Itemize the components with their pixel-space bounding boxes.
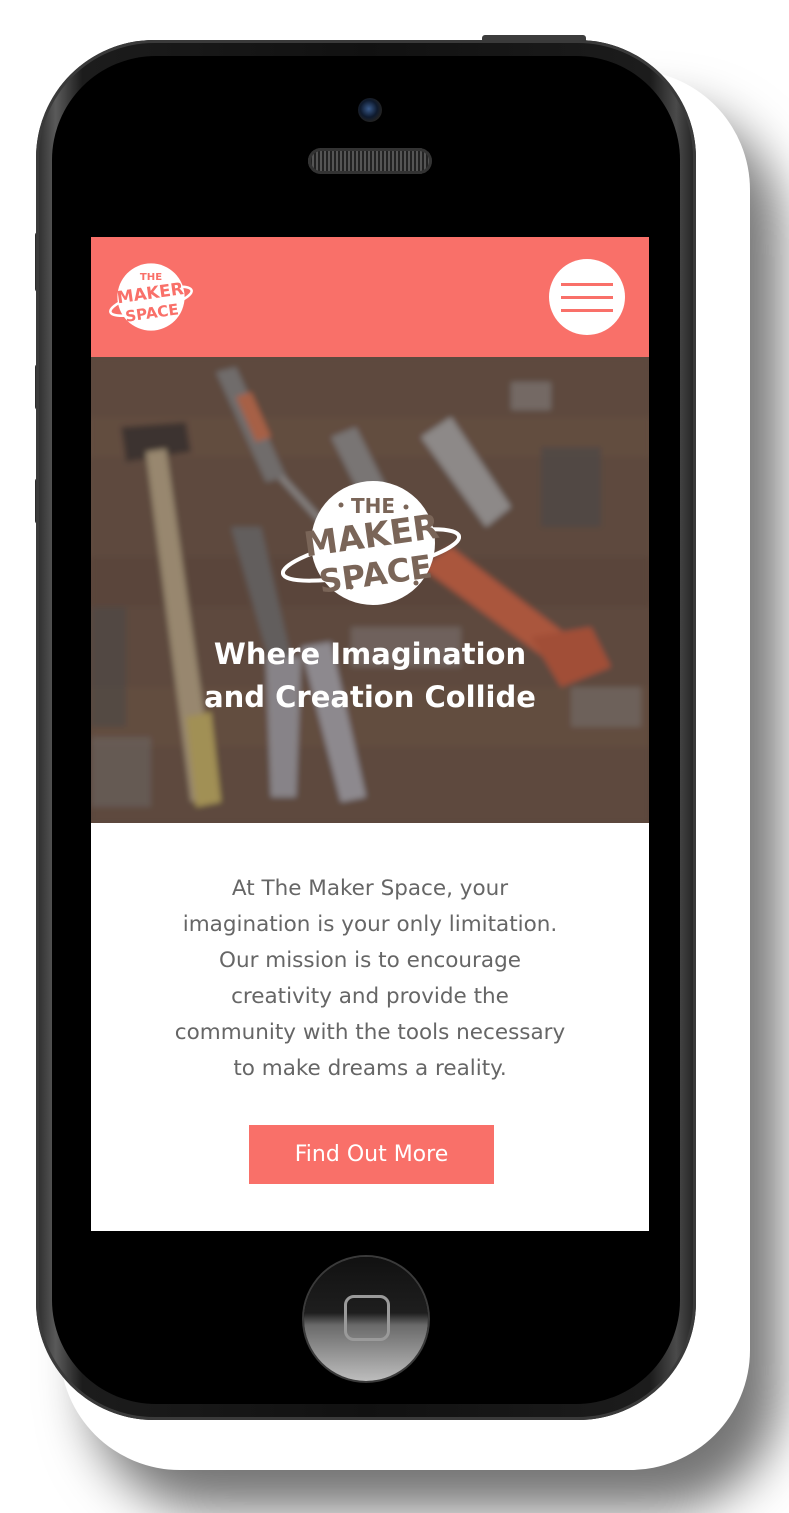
front-camera [358, 98, 382, 122]
find-out-more-button[interactable]: Find Out More [249, 1125, 494, 1184]
mission-line: Our mission is to encourage [219, 948, 521, 973]
mission-line: to make dreams a reality. [233, 1056, 507, 1081]
hamburger-icon [561, 283, 613, 286]
maker-space-logo-small[interactable]: THE MAKER SPACE [109, 255, 193, 339]
hero-section: THE MAKER SPACE Where Imagination and Cr… [91, 357, 649, 823]
hamburger-icon-line [561, 296, 613, 299]
menu-button[interactable] [549, 259, 625, 335]
hero-title: Where Imagination and Creation Collide [91, 633, 649, 719]
home-button[interactable] [304, 1257, 428, 1381]
navbar: THE MAKER SPACE [91, 237, 649, 357]
hero-title-line-2: and Creation Collide [204, 680, 536, 714]
mission-line: At The Maker Space, your [231, 876, 509, 901]
maker-space-logo-large: THE MAKER SPACE [281, 481, 461, 605]
mission-text: At The Maker Space, your imagination is … [141, 871, 599, 1087]
mission-line: creativity and provide the [231, 984, 509, 1009]
mission-line: community with the tools necessary [174, 1020, 566, 1045]
home-square-icon [344, 1295, 390, 1341]
earpiece-speaker [308, 148, 432, 174]
phone-screen: THE MAKER SPACE THE MAKER SPACE Where Im… [91, 237, 649, 1231]
hero-title-line-1: Where Imagination [213, 637, 527, 671]
hamburger-icon-line [561, 309, 613, 312]
mission-line: imagination is your only limitation. [182, 912, 558, 937]
